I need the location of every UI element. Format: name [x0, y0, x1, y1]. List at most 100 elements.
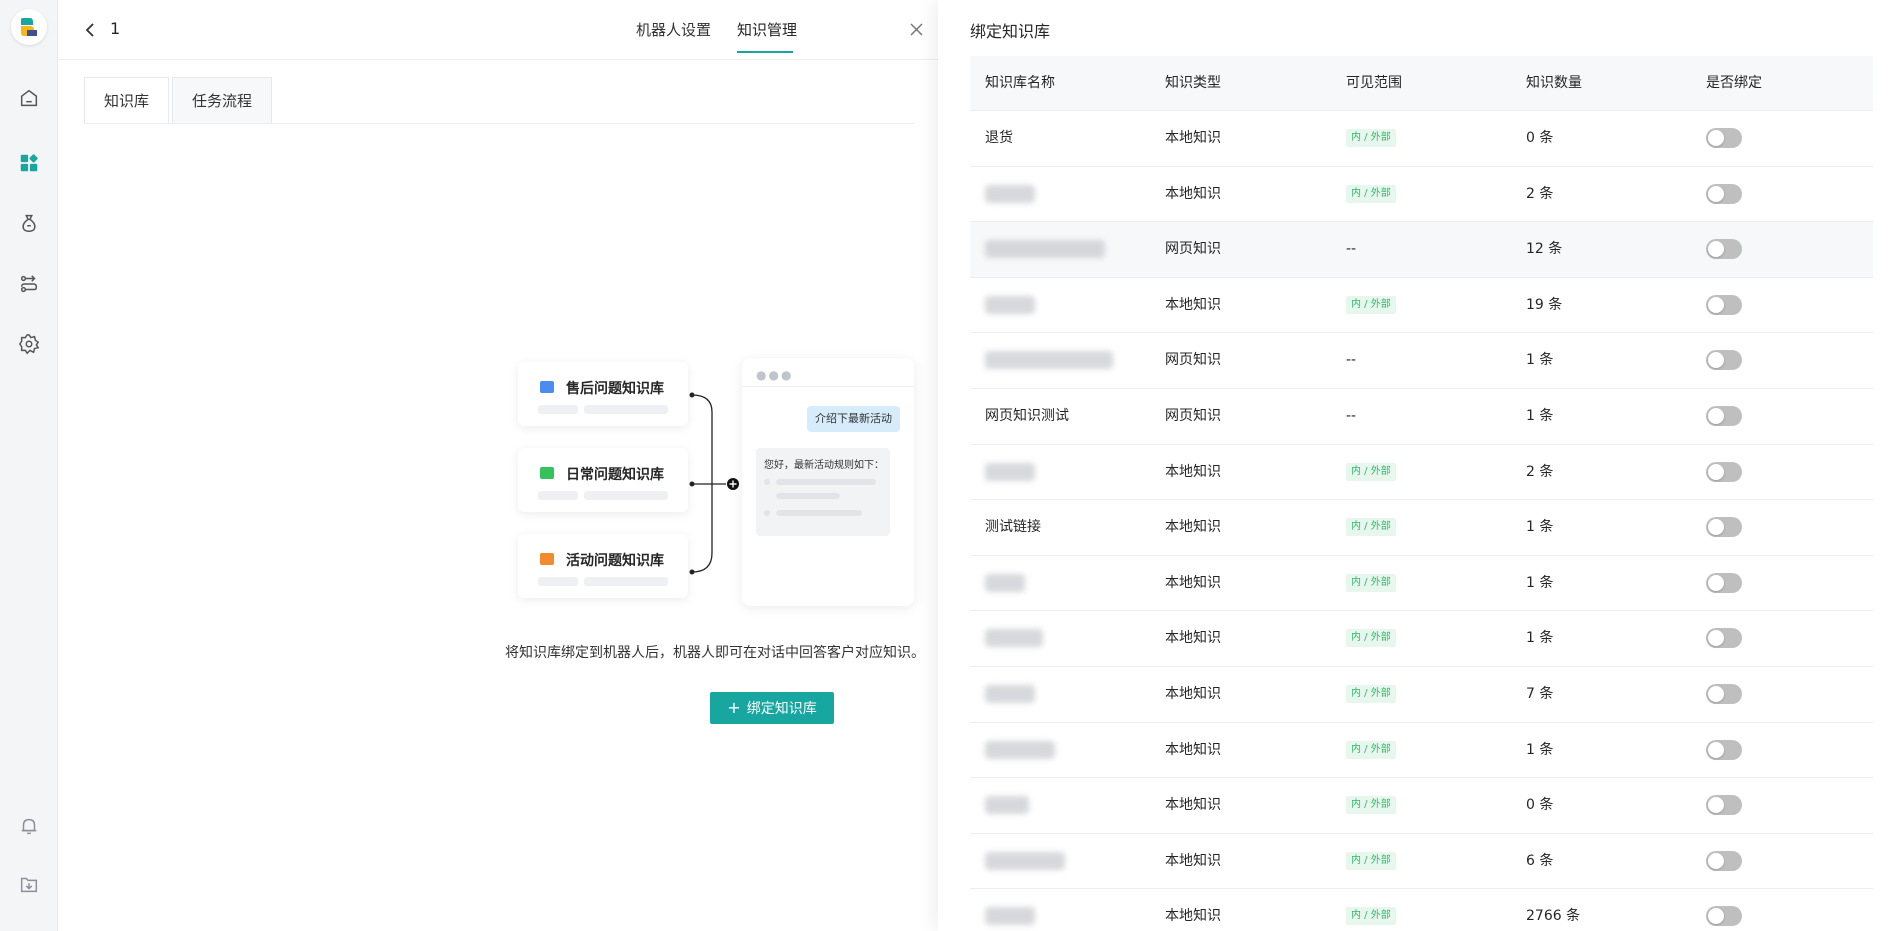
knowledge-name-cell: [985, 445, 1035, 499]
scope-badge: 内 / 外部: [1346, 684, 1396, 703]
knowledge-name-cell: [985, 333, 1113, 387]
knowledge-type-cell: 本地知识: [1165, 741, 1221, 758]
rail-apps-button[interactable]: [13, 147, 45, 179]
rail-home-button[interactable]: [13, 82, 45, 114]
scope-cell: --: [1346, 352, 1357, 369]
knowledge-count-cell: 1 条: [1526, 519, 1554, 536]
knowledge-type-cell: 网页知识: [1165, 241, 1221, 258]
scope-badge: 内 / 外部: [1346, 295, 1396, 314]
placeholder-dot: [764, 479, 770, 485]
bind-toggle[interactable]: [1706, 683, 1742, 704]
download-icon: [20, 877, 38, 893]
knowledge-count-cell: 1 条: [1526, 630, 1554, 647]
knowledge-count-cell: 0 条: [1526, 797, 1554, 814]
table-row: 本地知识 内 / 外部 2 条: [970, 445, 1873, 501]
scope-badge: 内 / 外部: [1346, 740, 1396, 759]
bind-toggle[interactable]: [1706, 294, 1742, 315]
bind-toggle[interactable]: [1706, 850, 1742, 871]
placeholder-line: [776, 510, 862, 516]
knowledge-name-cell: [985, 667, 1035, 721]
scope-cell: --: [1346, 407, 1357, 424]
empty-state-description: 将知识库绑定到机器人后，机器人即可在对话中回答客户对应知识。: [505, 645, 925, 661]
bind-knowledge-base-button[interactable]: + 绑定知识库: [710, 692, 834, 724]
table-row: 本地知识 内 / 外部 6 条: [970, 834, 1873, 890]
placeholder-line: [776, 493, 840, 499]
logo-icon: [21, 18, 37, 36]
bind-button-label: 绑定知识库: [746, 701, 817, 717]
table-row: 本地知识 内 / 外部 1 条: [970, 723, 1873, 779]
scope-badge: 内 / 外部: [1346, 462, 1396, 481]
knowledge-type-cell: 本地知识: [1165, 463, 1221, 480]
table-header: 知识库名称 知识类型 可见范围 知识数量 是否绑定: [970, 56, 1873, 111]
redacted-name: [985, 184, 1035, 203]
knowledge-name-cell: [985, 611, 1043, 665]
knowledge-name-cell: [985, 167, 1035, 221]
rail-notifications-button[interactable]: [13, 810, 45, 842]
bind-toggle[interactable]: [1706, 572, 1742, 593]
knowledge-count-cell: 1 条: [1526, 741, 1554, 758]
rail-workflow-button[interactable]: [13, 268, 45, 300]
bot-message-bubble: 您好，最新活动规则如下：: [756, 448, 890, 536]
table-row: 本地知识 内 / 外部 19 条: [970, 278, 1873, 334]
bind-toggle[interactable]: [1706, 239, 1742, 260]
apps-icon: [20, 154, 38, 172]
bind-toggle[interactable]: [1706, 405, 1742, 426]
knowledge-count-cell: 1 条: [1526, 407, 1554, 424]
placeholder-dot: [764, 510, 770, 516]
redacted-name: [985, 907, 1035, 926]
knowledge-name-cell: [985, 778, 1029, 832]
bind-toggle[interactable]: [1706, 183, 1742, 204]
bind-knowledge-drawer: 绑定知识库 知识库名称 知识类型 可见范围 知识数量 是否绑定 退货 本地知识内 …: [938, 0, 1889, 931]
column-header-name: 知识库名称: [985, 75, 1055, 91]
table-row: 本地知识 内 / 外部 1 条: [970, 611, 1873, 667]
knowledge-count-cell: 1 条: [1526, 352, 1554, 369]
bind-toggle[interactable]: [1706, 461, 1742, 482]
column-header-scope: 可见范围: [1346, 75, 1402, 91]
redacted-name: [985, 796, 1029, 815]
knowledge-table-body: 退货 本地知识内 / 外部 0 条本地知识内 / 外部 2 条网页知识 -- 12 条本地…: [970, 111, 1873, 931]
home-icon: [20, 89, 38, 107]
column-header-count: 知识数量: [1526, 75, 1582, 91]
bind-toggle[interactable]: [1706, 906, 1742, 927]
scope-badge: 内 / 外部: [1346, 796, 1396, 815]
scope-cell: --: [1346, 241, 1357, 258]
bind-toggle[interactable]: [1706, 128, 1742, 148]
bind-toggle[interactable]: [1706, 350, 1742, 371]
knowledge-name-cell: [985, 723, 1055, 777]
knowledge-type-cell: 本地知识: [1165, 130, 1221, 146]
bind-toggle[interactable]: [1706, 628, 1742, 649]
app-logo[interactable]: [11, 9, 47, 45]
workflow-icon: [20, 275, 38, 293]
knowledge-type-cell: 本地知识: [1165, 630, 1221, 647]
knowledge-type-cell: 网页知识: [1165, 407, 1221, 424]
bind-toggle[interactable]: [1706, 517, 1742, 538]
knowledge-name-cell: 测试链接: [985, 519, 1041, 536]
bind-toggle[interactable]: [1706, 739, 1742, 760]
window-dots-icon: ●●●: [756, 368, 794, 382]
bind-toggle[interactable]: [1706, 795, 1742, 816]
table-row: 网页知识 -- 1 条: [970, 333, 1873, 389]
redacted-name: [985, 295, 1035, 314]
divider: [742, 386, 914, 387]
money-bag-icon: [22, 214, 36, 232]
robot-config-panel: 1 机器人设置 知识管理 知识库 任务流程 售后问题知识库 日常问题知识库 活动…: [58, 0, 938, 931]
table-row: 网页知识 -- 12 条: [970, 222, 1873, 278]
knowledge-type-cell: 本地知识: [1165, 519, 1221, 536]
knowledge-count-cell: 2 条: [1526, 463, 1554, 480]
settings-icon: [18, 334, 40, 355]
redacted-name: [985, 740, 1055, 759]
rail-settings-button[interactable]: [13, 328, 45, 360]
bell-icon: [21, 818, 37, 835]
rail-money-button[interactable]: [13, 207, 45, 239]
knowledge-count-cell: 2766 条: [1526, 908, 1581, 925]
knowledge-name-cell: [985, 834, 1065, 888]
knowledge-name-cell: [985, 556, 1025, 610]
rail-download-button[interactable]: [13, 868, 45, 900]
knowledge-count-cell: 0 条: [1526, 130, 1554, 146]
table-row: 本地知识 内 / 外部 2 条: [970, 167, 1873, 223]
knowledge-count-cell: 2 条: [1526, 185, 1554, 202]
knowledge-name-cell: 网页知识测试: [985, 407, 1069, 424]
redacted-name: [985, 351, 1113, 370]
drawer-title: 绑定知识库: [970, 22, 1051, 41]
knowledge-type-cell: 本地知识: [1165, 797, 1221, 814]
